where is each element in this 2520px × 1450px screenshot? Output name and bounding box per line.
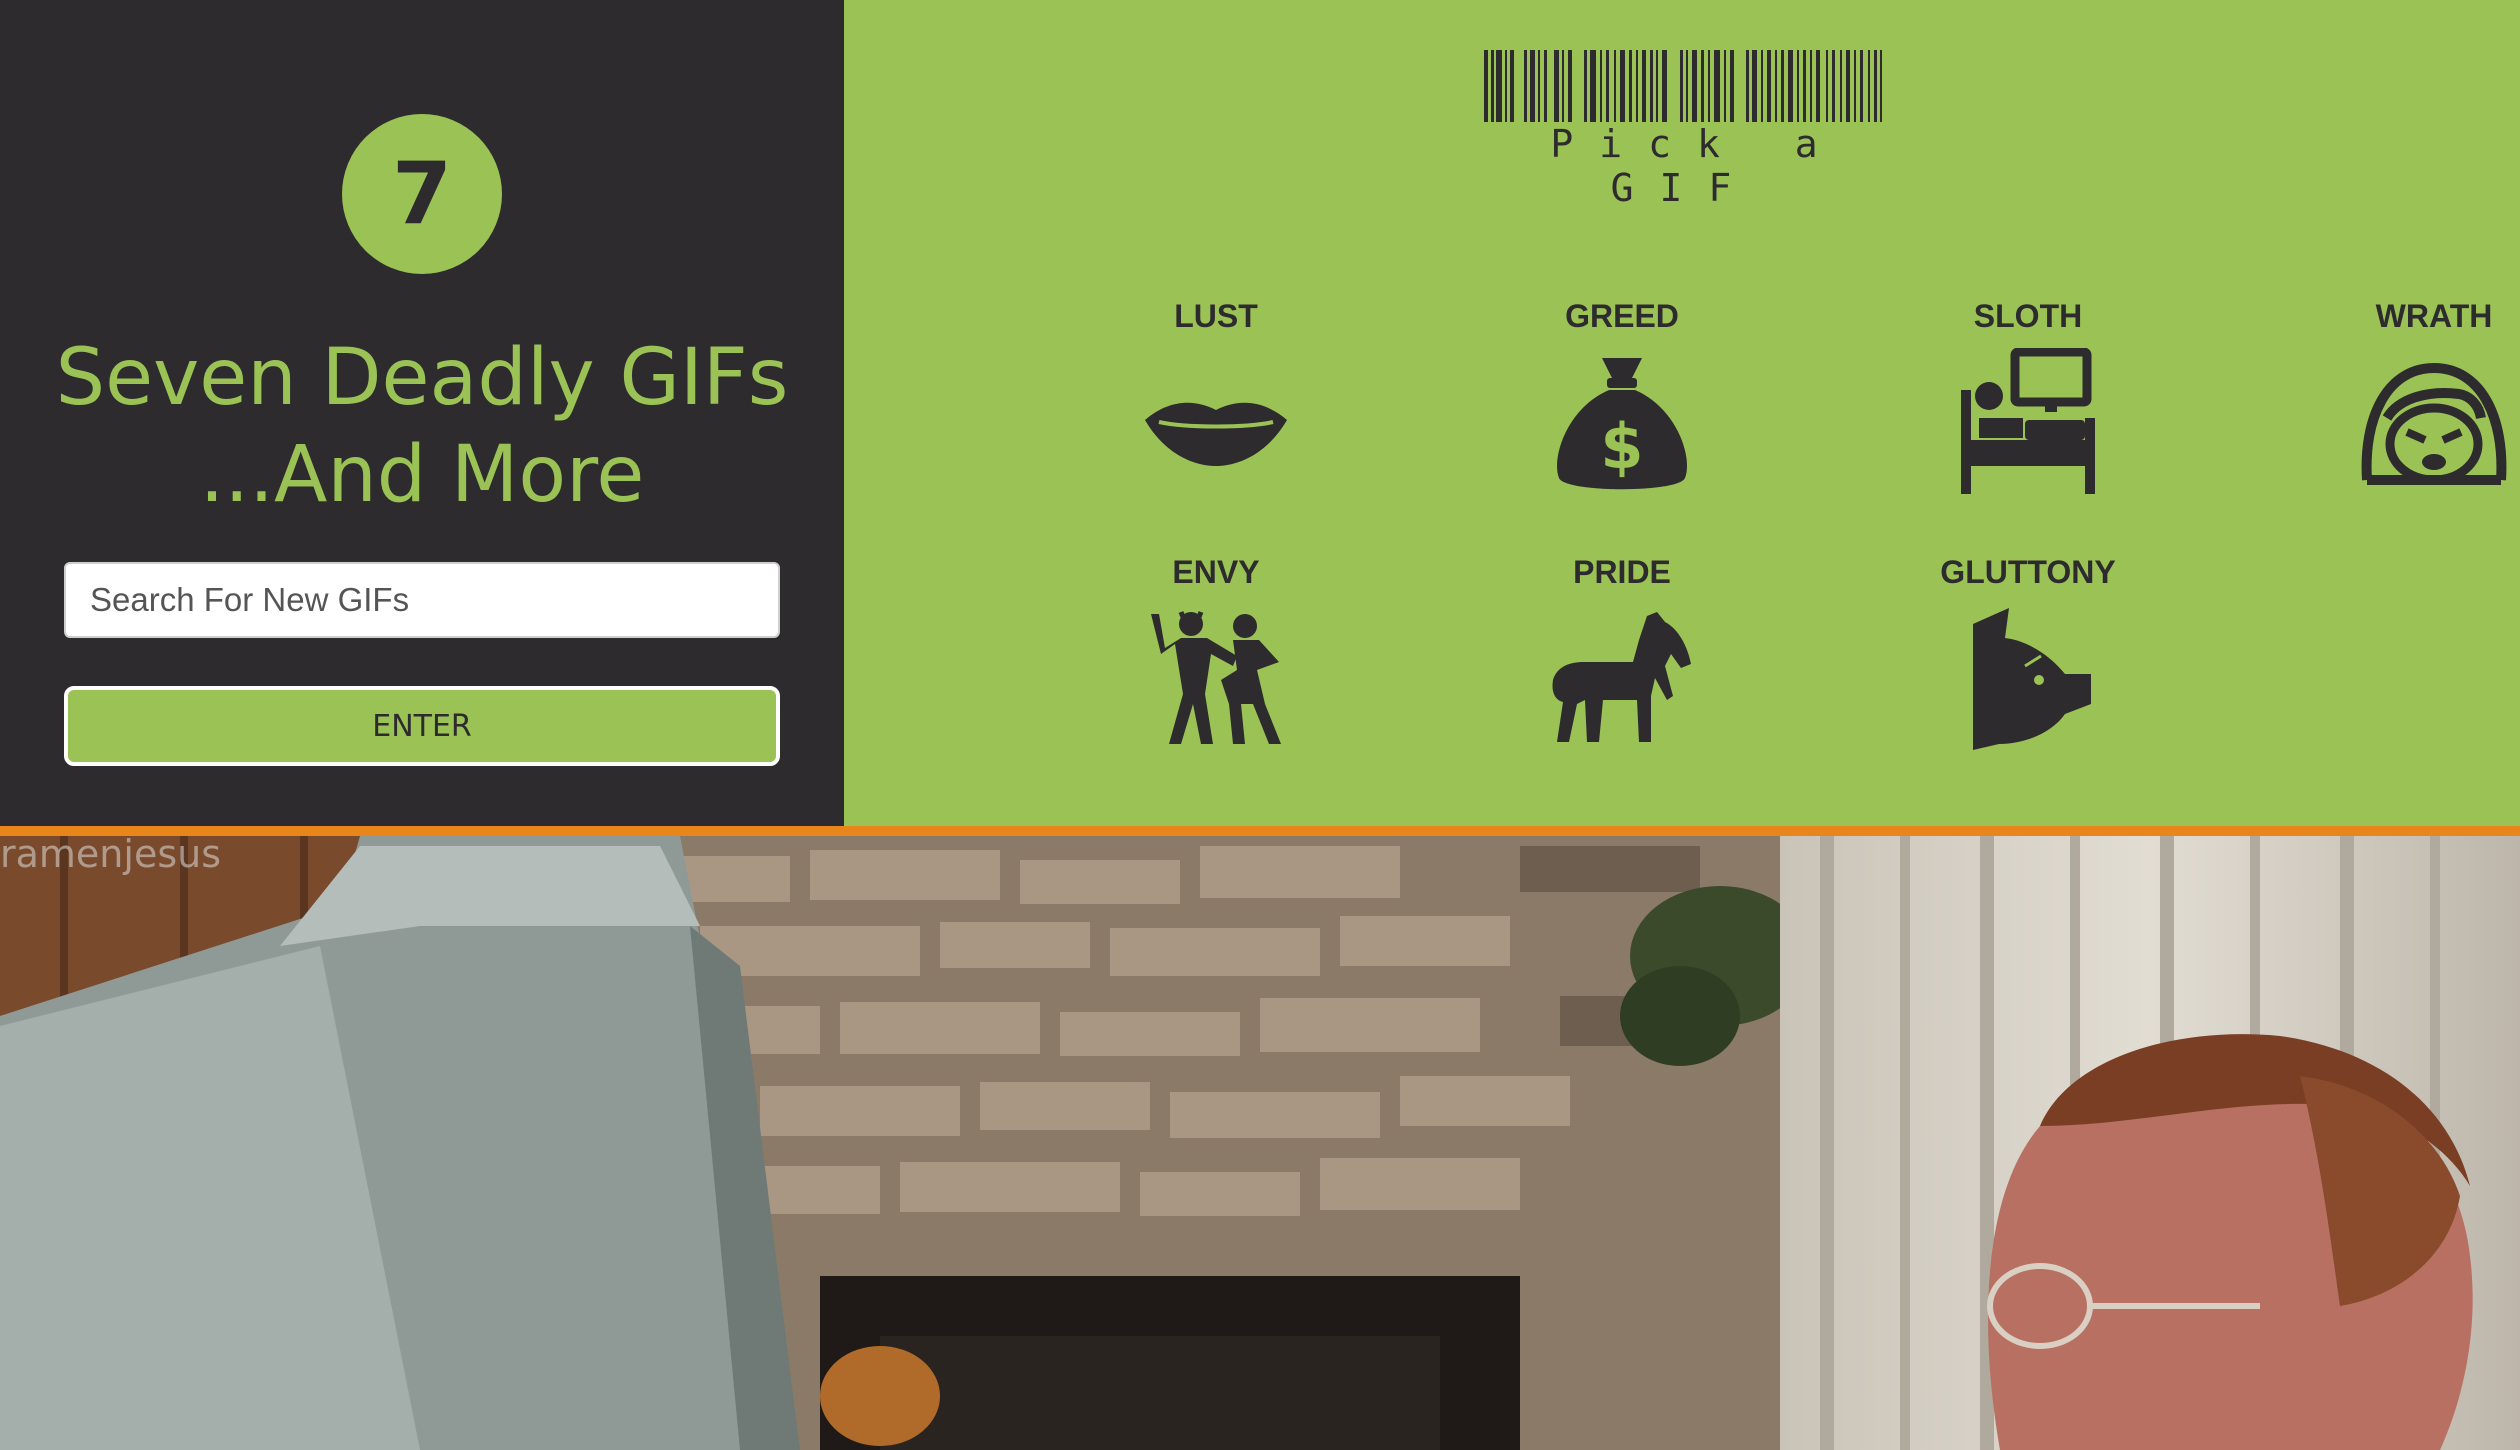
money-bag-icon: $: [1557, 358, 1687, 490]
sin-label: ENVY: [1172, 554, 1260, 590]
logo-number: 7: [392, 144, 452, 244]
gif-image: [0, 836, 2520, 1450]
app-title-line1: Seven Deadly GIFs: [55, 333, 789, 423]
sin-lust[interactable]: LUST: [1076, 296, 1356, 496]
sin-label: GLUTTONY: [1940, 554, 2116, 590]
search-input[interactable]: [64, 562, 780, 638]
gif-watermark: ramenjesus: [0, 832, 222, 876]
app-title-line2: ...And More: [199, 430, 645, 520]
gif-display[interactable]: [0, 836, 2520, 1450]
pig-icon: [1973, 608, 2091, 750]
sin-wrath[interactable]: WRATH: [2294, 296, 2520, 496]
logo-badge: 7: [342, 114, 502, 274]
sin-pride[interactable]: PRIDE: [1482, 552, 1762, 752]
pick-a-gif-label: Pick a GIF: [1550, 122, 1844, 210]
section-divider: [0, 826, 2520, 836]
sin-label: SLOTH: [1973, 298, 2083, 334]
app-title: Seven Deadly GIFs ...And More: [40, 330, 804, 524]
sin-gluttony[interactable]: GLUTTONY: [1888, 552, 2168, 752]
dancing-couple-icon: [1151, 611, 1281, 744]
barcode-icon: [1484, 50, 1882, 122]
enter-button[interactable]: ENTER: [64, 686, 780, 766]
sin-sloth[interactable]: SLOTH: [1888, 296, 2168, 496]
sin-label: LUST: [1174, 298, 1258, 334]
lips-icon: [1145, 402, 1287, 466]
bed-tv-icon: [1961, 348, 2095, 494]
svg-text:$: $: [1600, 410, 1643, 483]
horse-icon: [1552, 612, 1691, 742]
sin-greed[interactable]: GREED $: [1482, 296, 1762, 496]
sin-menu-panel: Pick a GIF LUST GREED $ SLOTH WRATH ENVY…: [844, 0, 2520, 826]
angry-face-icon: [2361, 362, 2507, 485]
sin-label: PRIDE: [1573, 554, 1671, 590]
sin-label: GREED: [1565, 298, 1679, 334]
sidebar: 7 Seven Deadly GIFs ...And More ENTER: [0, 0, 844, 826]
sin-envy[interactable]: ENVY: [1076, 552, 1356, 752]
sin-label: WRATH: [2375, 298, 2493, 334]
